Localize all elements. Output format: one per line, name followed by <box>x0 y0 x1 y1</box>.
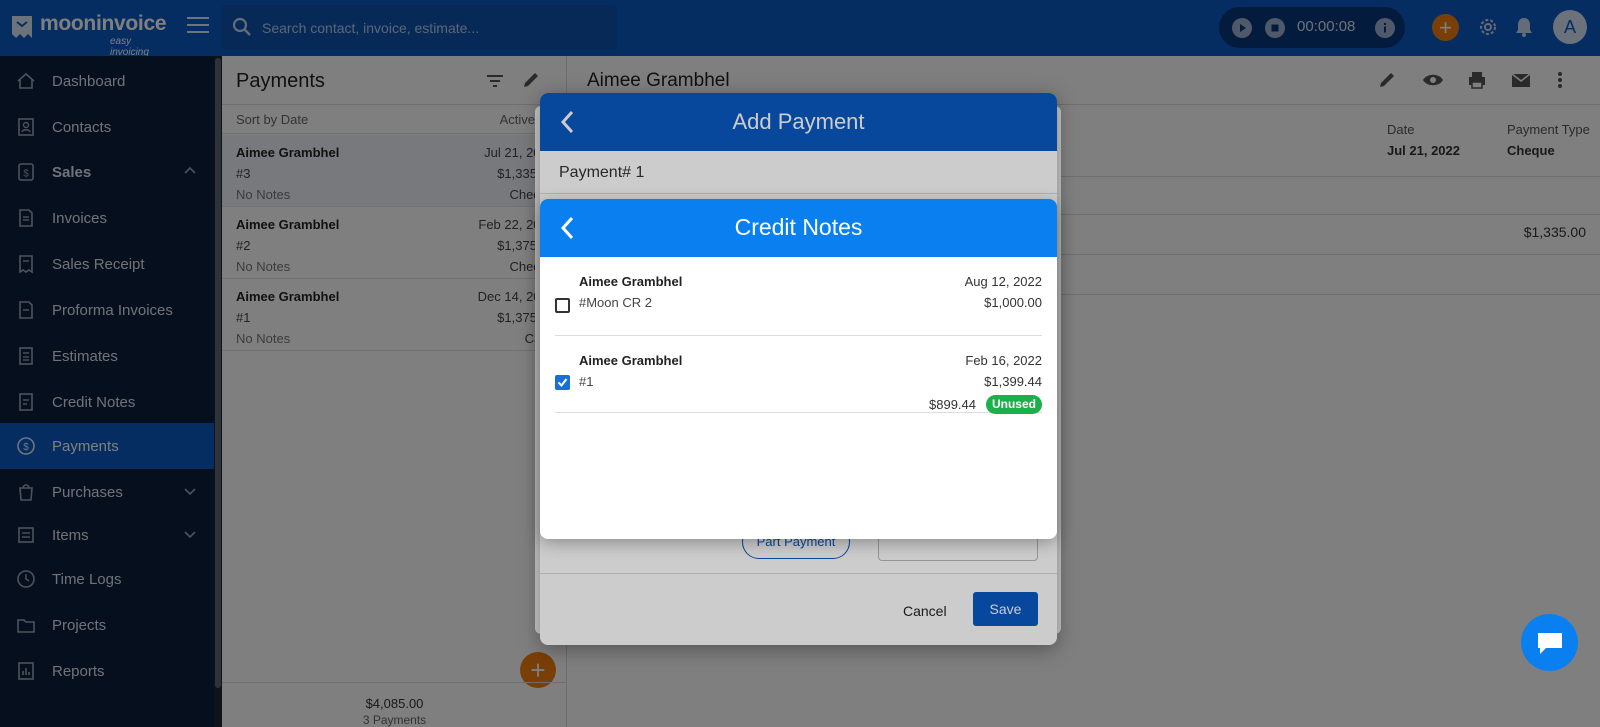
chat-button[interactable] <box>1521 614 1578 671</box>
credit-note-amount: $1,000.00 <box>984 295 1042 310</box>
credit-note-number: #1 <box>579 374 594 389</box>
credit-note-date: Feb 16, 2022 <box>965 353 1042 368</box>
credit-notes-dialog: Credit Notes Aimee Grambhel #Moon CR 2 A… <box>540 199 1057 539</box>
list-item[interactable]: Aimee Grambhel #1 Feb 16, 2022 $1,399.44… <box>555 336 1042 414</box>
customer-name: Aimee Grambhel <box>579 353 683 368</box>
credit-note-number: #Moon CR 2 <box>579 295 652 310</box>
checkbox[interactable] <box>555 298 570 313</box>
credit-note-amount: $1,399.44 <box>984 374 1042 389</box>
customer-name: Aimee Grambhel <box>579 274 683 289</box>
status-badge: Unused <box>985 395 1042 414</box>
credit-note-balance: $899.44 <box>929 397 976 412</box>
checkbox[interactable] <box>555 375 570 390</box>
check-icon <box>557 378 568 388</box>
chat-icon <box>1538 633 1562 654</box>
credit-note-date: Aug 12, 2022 <box>964 274 1042 289</box>
dialog-title: Credit Notes <box>734 214 863 240</box>
list-item[interactable]: Aimee Grambhel #Moon CR 2 Aug 12, 2022 $… <box>555 257 1042 336</box>
dialog-header: Credit Notes <box>540 199 1057 257</box>
